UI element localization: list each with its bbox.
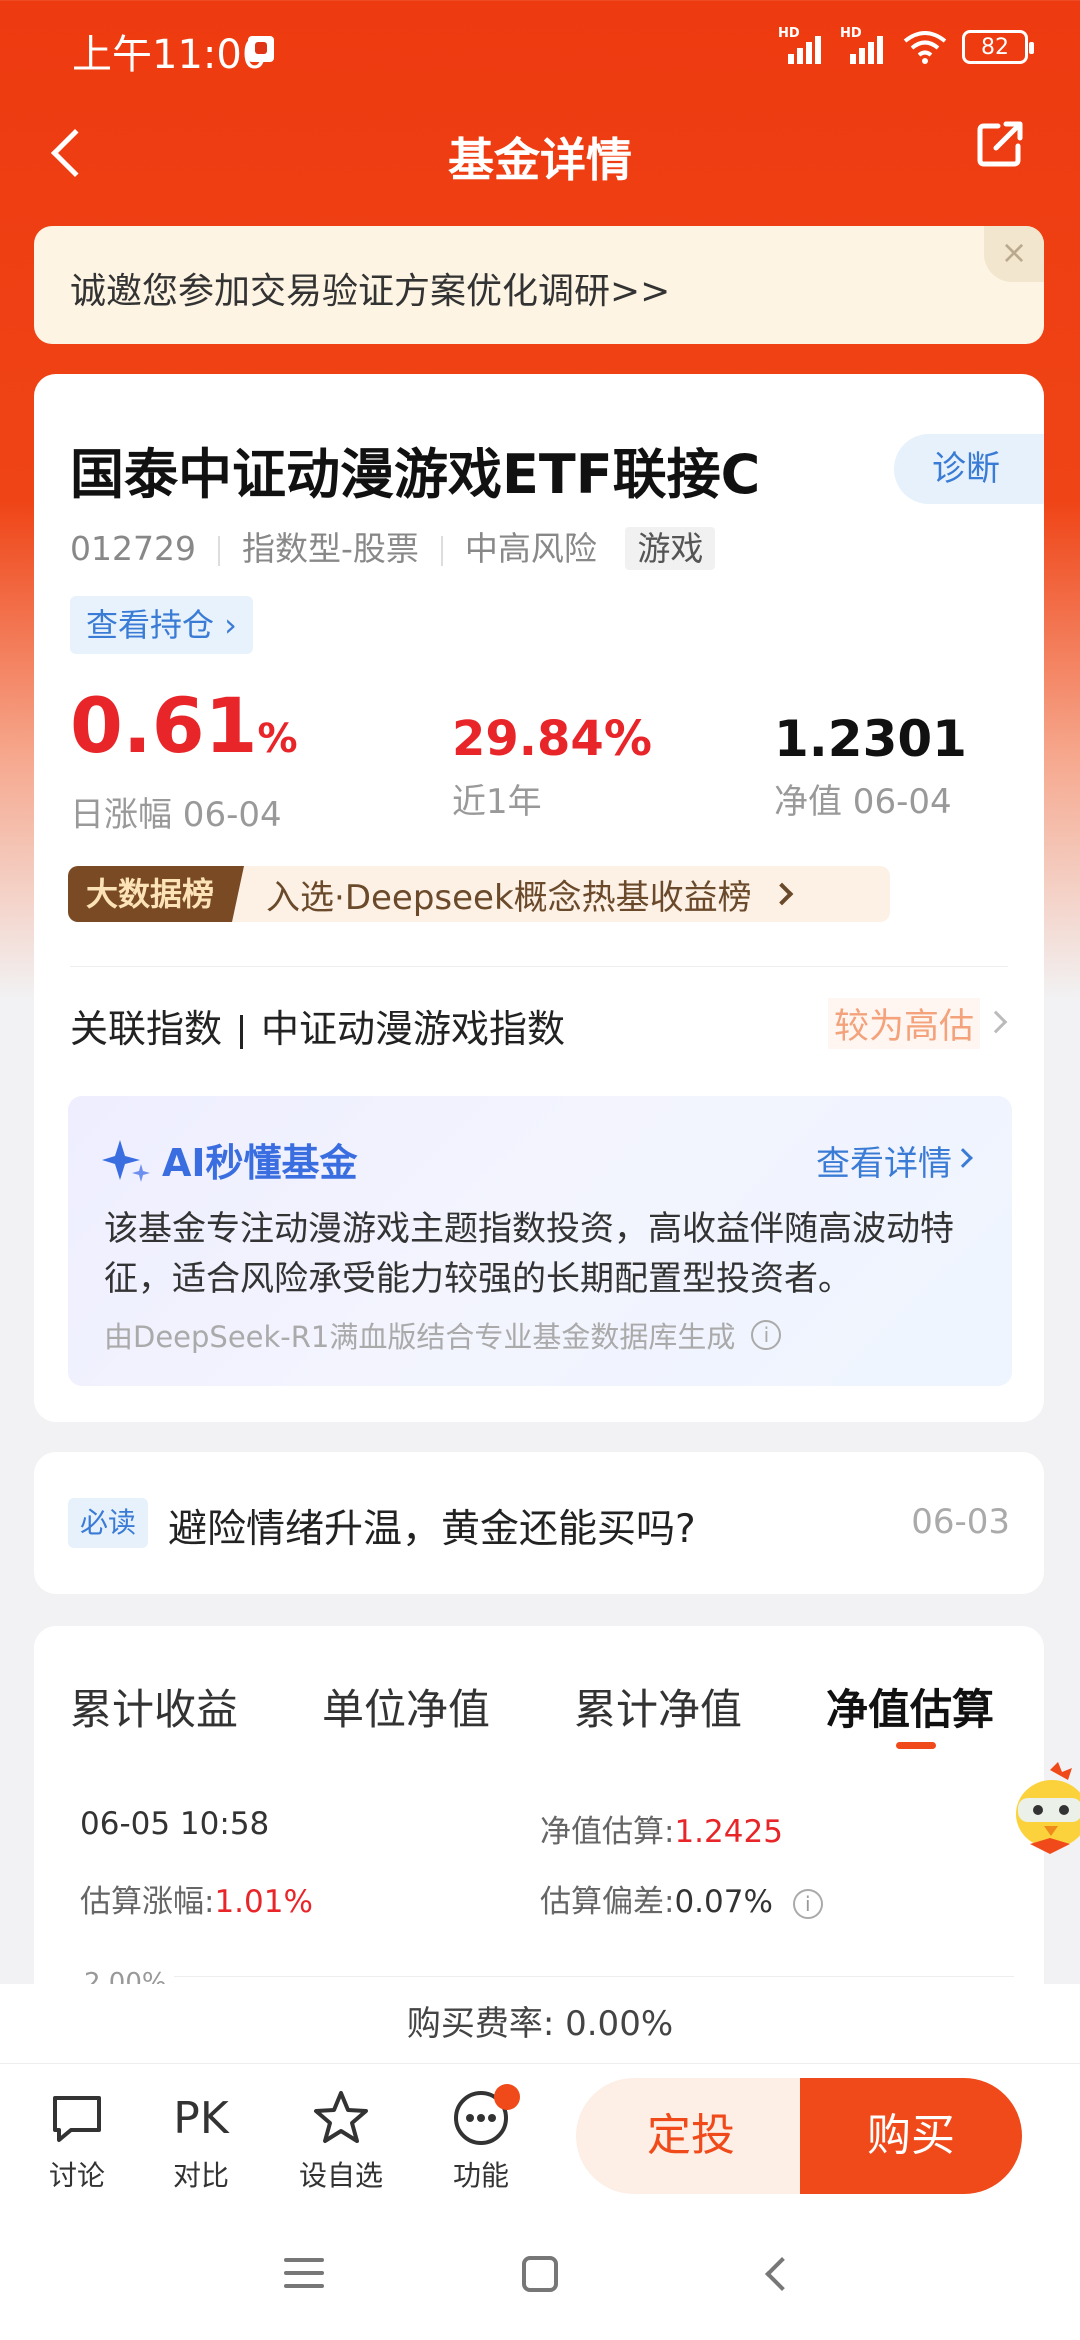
- news-date: 06-03: [911, 1502, 1010, 1542]
- fund-name: 国泰中证动漫游戏ETF联接C: [70, 443, 761, 506]
- add-watchlist-button[interactable]: 设自选: [296, 2088, 386, 2194]
- tab-cumulative-return[interactable]: 累计收益: [70, 1676, 238, 1737]
- active-tab-indicator: [896, 1742, 936, 1749]
- must-read-badge: 必读: [68, 1498, 149, 1548]
- bottom-action-bar: 讨论 PK 对比 设自选 功能 定投 购买: [0, 2064, 1080, 2212]
- estimate-change: 估算涨幅:1.01%: [80, 1884, 313, 1920]
- daily-change-label: 日涨幅 06-04: [70, 795, 282, 835]
- diagnose-button[interactable]: 诊断: [894, 434, 1044, 504]
- valuation-status[interactable]: 较为高估: [827, 998, 980, 1049]
- rank-banner[interactable]: 大数据榜 入选·Deepseek概念热基收益榜: [68, 866, 890, 922]
- nav-stat: 1.2301 净值 06-04: [774, 712, 967, 823]
- fund-tag[interactable]: 游戏: [625, 527, 716, 570]
- estimate-deviation: 估算偏差:0.07% i: [540, 1876, 823, 1921]
- ai-footer: 由DeepSeek-R1满血版结合专业基金数据库生成 i: [104, 1314, 782, 1356]
- tab-unit-nav[interactable]: 单位净值: [322, 1676, 490, 1737]
- wifi-icon: [903, 31, 947, 64]
- big-data-rank-badge: 大数据榜: [68, 866, 245, 922]
- tab-nav-estimate[interactable]: 净值估算: [826, 1676, 994, 1737]
- purchase-fee: 购买费率: 0.00%: [0, 1984, 1080, 2064]
- discuss-button[interactable]: 讨论: [32, 2088, 122, 2194]
- info-icon[interactable]: i: [792, 1888, 823, 1919]
- home-icon[interactable]: [522, 2256, 558, 2292]
- notification-dot: [494, 2084, 520, 2110]
- view-holdings-button[interactable]: 查看持仓 ›: [70, 596, 253, 654]
- info-icon[interactable]: i: [751, 1320, 782, 1350]
- fund-meta: 012729 指数型-股票 中高风险 游戏: [70, 522, 716, 570]
- close-icon[interactable]: ×: [984, 226, 1044, 282]
- rank-text: 入选·Deepseek概念热基收益榜: [266, 877, 752, 918]
- daily-change-unit: %: [257, 716, 298, 762]
- nav-tabs-card: 累计收益 单位净值 累计净值 净值估算 06-05 10:58 净值估算:1.2…: [34, 1626, 1044, 2046]
- daily-change-value: 0.61: [70, 681, 258, 770]
- page-title: 基金详情: [448, 133, 632, 187]
- news-headline[interactable]: 避险情绪升温，黄金还能买吗?: [168, 1498, 696, 1554]
- auto-invest-button[interactable]: 定投: [576, 2078, 806, 2194]
- buy-button[interactable]: 购买: [800, 2078, 1022, 2194]
- survey-banner-text[interactable]: 诚邀您参加交易验证方案优化调研>>: [70, 262, 670, 314]
- status-bar: 上午11:00 HD HD 82: [0, 0, 1080, 96]
- sparkle-icon: [102, 1139, 150, 1182]
- signal-icon: HD: [840, 26, 888, 66]
- tab-cumulative-nav[interactable]: 累计净值: [574, 1676, 742, 1737]
- nav-value: 1.2301: [774, 710, 967, 768]
- chevron-right-icon: [770, 882, 793, 906]
- survey-banner[interactable]: 诚邀您参加交易验证方案优化调研>> ×: [34, 226, 1044, 344]
- fund-type: 指数型-股票: [241, 529, 419, 568]
- year-return-value: 29.84%: [452, 711, 652, 767]
- year-return-stat: 29.84% 近1年: [452, 712, 652, 823]
- status-time: 上午11:00: [72, 32, 268, 78]
- system-nav-bar: [0, 2212, 1080, 2340]
- chat-icon: [53, 2096, 101, 2142]
- battery-icon: 82: [962, 30, 1034, 64]
- news-card[interactable]: 必读 避险情绪升温，黄金还能买吗? 06-03: [34, 1452, 1044, 1594]
- fund-info-card: 国泰中证动漫游戏ETF联接C 诊断 012729 指数型-股票 中高风险 游戏 查看…: [34, 374, 1044, 1422]
- pk-icon: PK: [173, 2092, 229, 2144]
- daily-change-stat: 0.61% 日涨幅 06-04: [70, 686, 298, 836]
- estimate-nav: 净值估算:1.2425: [540, 1814, 783, 1850]
- ai-view-details-link[interactable]: 查看详情: [816, 1136, 952, 1185]
- ai-summary-text: 该基金专注动漫游戏主题指数投资，高收益伴随高波动特征，适合风险承受能力较强的长期…: [104, 1209, 954, 1299]
- mascot-icon[interactable]: [1010, 1762, 1080, 1862]
- functions-button[interactable]: 功能: [436, 2084, 526, 2194]
- signal-icon: HD: [778, 26, 826, 66]
- chevron-right-icon: [953, 1148, 973, 1168]
- compare-button[interactable]: PK 对比: [156, 2088, 246, 2194]
- related-index-name: 中证动漫游戏指数: [261, 1007, 566, 1051]
- star-icon: [314, 2091, 368, 2143]
- notification-icon: [248, 36, 274, 62]
- ai-summary-panel: AI秒懂基金 查看详情 该基金专注动漫游戏主题指数投资，高收益伴随高波动特征，适…: [68, 1096, 1012, 1386]
- chevron-right-icon: [984, 1010, 1008, 1034]
- year-return-label: 近1年: [452, 782, 542, 822]
- divider: [70, 966, 1008, 967]
- ai-title: AI秒懂基金: [162, 1141, 358, 1185]
- menu-icon[interactable]: [284, 2258, 324, 2297]
- related-index[interactable]: 关联指数 中证动漫游戏指数: [70, 998, 565, 1053]
- back-icon[interactable]: [765, 2257, 799, 2291]
- fund-code: 012729: [70, 529, 196, 568]
- estimate-time: 06-05 10:58: [80, 1806, 270, 1842]
- app-header: 基金详情: [0, 96, 1080, 226]
- share-icon[interactable]: [972, 116, 1028, 172]
- nav-label: 净值 06-04: [774, 782, 952, 822]
- risk-level: 中高风险: [464, 529, 597, 568]
- chart-gridline: [174, 1976, 1014, 1977]
